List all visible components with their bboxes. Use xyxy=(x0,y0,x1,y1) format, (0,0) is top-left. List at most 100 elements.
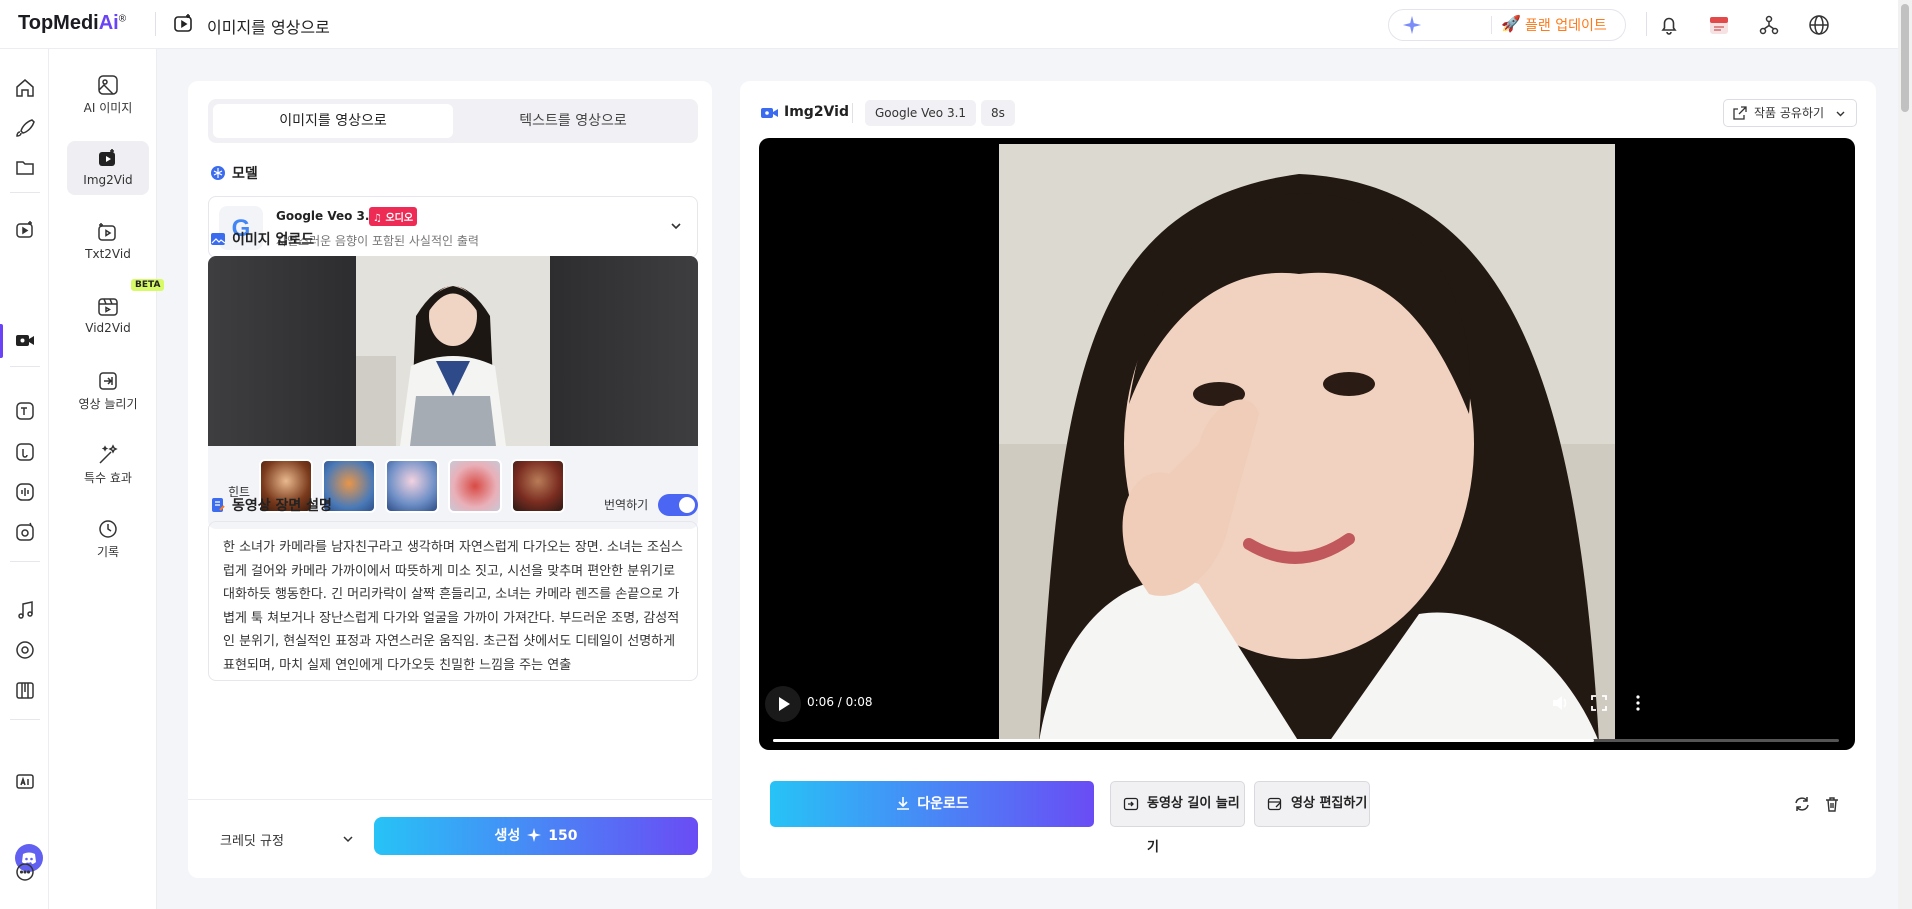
logo[interactable]: TopMediAi® xyxy=(18,12,126,35)
preview-panel: Img2Vid Google Veo 3.1 8s 작품 공유하기 0:06 /… xyxy=(740,81,1876,878)
prompt-textarea[interactable]: 한 소녀가 카메라를 남자친구라고 생각하며 자연스럽게 다가오는 장면. 소녀… xyxy=(208,521,698,681)
video-edit-icon xyxy=(1267,797,1282,811)
audio-wave-icon[interactable] xyxy=(14,481,36,503)
chevron-down-icon xyxy=(671,223,681,230)
hint-thumbnail[interactable] xyxy=(385,459,439,513)
ai-tools-icon[interactable] xyxy=(14,770,36,792)
folder-icon[interactable] xyxy=(14,156,36,178)
divider xyxy=(1491,16,1492,34)
img2vid-icon xyxy=(99,149,115,166)
download-icon xyxy=(897,797,910,810)
video-camera-icon[interactable] xyxy=(14,329,36,351)
edit-video-button[interactable]: 영상 편집하기 xyxy=(1254,781,1370,827)
video-progress-bar[interactable] xyxy=(773,739,1839,742)
more-options-icon[interactable] xyxy=(1627,692,1649,714)
top-bar: TopMediAi® 이미지를 영상으로 🚀 플랜 업데이트 xyxy=(0,0,1912,49)
scrollbar-thumb[interactable] xyxy=(1901,4,1909,112)
external-link-icon xyxy=(1733,106,1747,120)
page-scrollbar[interactable] xyxy=(1898,0,1912,909)
sidebar-item-vid2vid[interactable]: Vid2Vid xyxy=(67,289,149,343)
trash-icon[interactable] xyxy=(1823,795,1841,813)
image-upload-area[interactable]: 힌트 xyxy=(208,256,698,529)
sidebar-item-label: 영상 늘리기 xyxy=(78,397,138,411)
play-button[interactable] xyxy=(765,686,801,722)
generate-button[interactable]: 생성 150 xyxy=(374,817,698,855)
magic-wand-icon xyxy=(99,444,118,464)
sidebar-item-effects[interactable]: 특수 효과 xyxy=(67,437,149,491)
calendar-icon[interactable] xyxy=(1706,12,1732,38)
sidebar-item-history[interactable]: 기록 xyxy=(67,511,149,565)
vinyl-icon[interactable] xyxy=(14,639,36,661)
share-work-button[interactable]: 작품 공유하기 xyxy=(1723,99,1857,127)
edit-note-icon xyxy=(212,498,225,512)
tab-text-to-video[interactable]: 텍스트를 영상으로 xyxy=(453,104,693,138)
sparkle-icon[interactable] xyxy=(1401,14,1423,36)
chevron-down-icon[interactable] xyxy=(342,833,354,845)
uploaded-image xyxy=(356,256,550,446)
sidebar-item-ai-image[interactable]: AI 이미지 xyxy=(67,67,149,121)
upgrade-plan-link[interactable]: 플랜 업데이트 xyxy=(1525,15,1607,35)
bell-icon[interactable] xyxy=(1656,12,1682,38)
divider xyxy=(10,366,40,367)
model-section-title: 모델 xyxy=(210,163,258,183)
hint-thumbnail[interactable] xyxy=(511,459,565,513)
brush-icon[interactable] xyxy=(14,117,36,139)
description-section-title: 동영상 장면 설명 xyxy=(210,495,332,515)
regenerate-icon[interactable] xyxy=(1793,795,1811,813)
page-title: 이미지를 영상으로 xyxy=(207,18,330,37)
sidebar-item-extend[interactable]: 영상 늘리기 xyxy=(67,363,149,417)
sidebar-item-txt2vid[interactable]: Txt2Vid xyxy=(67,215,149,269)
fullscreen-icon[interactable] xyxy=(1588,692,1610,714)
chevron-down-icon xyxy=(1836,111,1845,117)
video-camera-icon xyxy=(761,108,778,118)
image-icon xyxy=(98,75,118,95)
divider xyxy=(10,719,40,720)
sidebar-item-label: Txt2Vid xyxy=(85,247,131,261)
hint-thumbnail[interactable] xyxy=(448,459,502,513)
extend-video-button[interactable]: 동영상 길이 늘리기 xyxy=(1110,781,1245,855)
model-icon xyxy=(211,166,225,180)
chat-icon[interactable] xyxy=(14,861,36,883)
volume-icon[interactable] xyxy=(1549,692,1571,714)
music-note-icon[interactable] xyxy=(14,599,36,621)
history-icon xyxy=(99,520,117,538)
text-to-speech-icon[interactable] xyxy=(14,400,36,422)
sidebar-item-label: AI 이미지 xyxy=(83,101,133,115)
photo-effects-icon[interactable] xyxy=(14,521,36,543)
video-progress-fill xyxy=(773,739,1594,742)
network-icon[interactable] xyxy=(1756,12,1782,38)
image-video-icon[interactable] xyxy=(14,219,36,241)
time-display: 0:06 / 0:08 xyxy=(807,695,873,709)
sidebar-item-label: 특수 효과 xyxy=(84,471,132,485)
blurred-backdrop xyxy=(550,256,698,446)
download-button[interactable]: 다운로드 xyxy=(770,781,1094,827)
sidebar-item-label: Vid2Vid xyxy=(85,321,131,335)
divider xyxy=(852,103,853,123)
duration-chip: 8s xyxy=(981,100,1015,126)
sidebar-item-label: Img2Vid xyxy=(83,173,133,187)
voice-icon[interactable] xyxy=(14,441,36,463)
divider xyxy=(10,192,40,193)
tab-image-to-video[interactable]: 이미지를 영상으로 xyxy=(213,104,453,138)
audio-badge: ♫ 오디오 xyxy=(369,207,418,226)
video-player[interactable]: 0:06 / 0:08 xyxy=(759,138,1855,750)
sidebar-item-label: 기록 xyxy=(96,545,120,559)
upload-section-title: 이미지 업로드 xyxy=(210,229,314,249)
image-upload-icon xyxy=(211,233,226,245)
home-icon[interactable] xyxy=(14,77,36,99)
feature-sidebar: AI 이미지 Img2Vid Txt2Vid Vid2Vid 영상 늘리기 특수… xyxy=(49,49,157,909)
img2vid-icon xyxy=(174,14,192,32)
txt2vid-icon xyxy=(98,223,116,241)
beta-badge: BETA xyxy=(131,279,165,291)
extend-icon xyxy=(99,372,117,390)
result-title: Img2Vid xyxy=(784,104,849,120)
globe-icon[interactable] xyxy=(1806,12,1832,38)
model-chip: Google Veo 3.1 xyxy=(865,100,977,126)
active-indicator xyxy=(0,324,3,358)
generate-bar: 크레딧 규정 생성 150 xyxy=(188,799,712,878)
piano-icon[interactable] xyxy=(14,679,36,701)
divider xyxy=(10,561,40,562)
sidebar-item-img2vid[interactable]: Img2Vid xyxy=(67,141,149,195)
translate-toggle[interactable] xyxy=(658,494,698,516)
credit-rule-dropdown[interactable]: 크레딧 규정 xyxy=(220,830,284,849)
